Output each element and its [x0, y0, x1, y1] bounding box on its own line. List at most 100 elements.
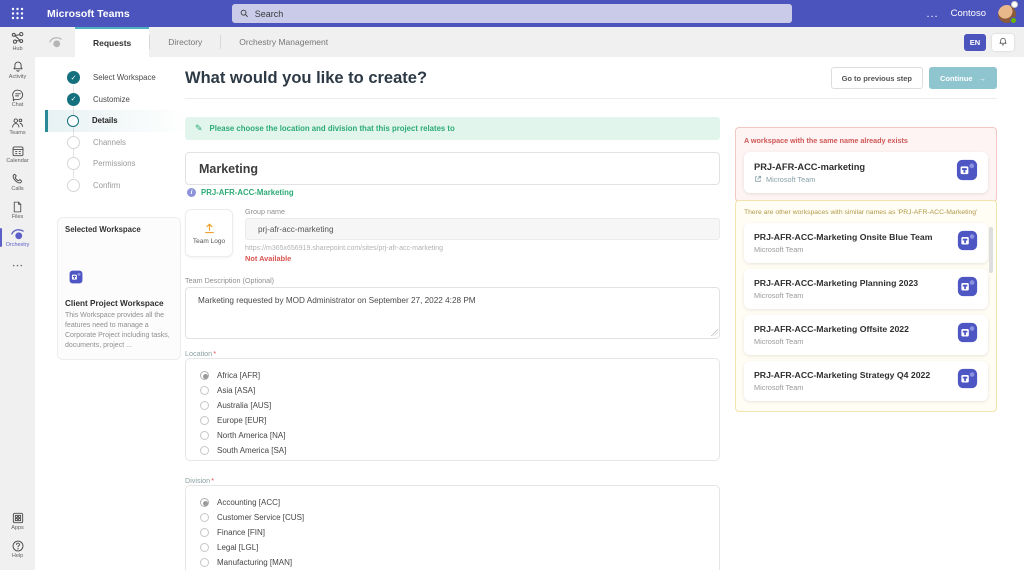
rail-spacer — [0, 279, 35, 506]
radio-option-label: South America [SA] — [217, 446, 287, 455]
location-radio-group: Africa [AFR] Asia [ASA] Australia [AUS] … — [185, 358, 720, 461]
radio-africa-afr[interactable]: Africa [AFR] — [200, 368, 705, 383]
workspace-card-subtitle: Microsoft Team — [766, 174, 816, 184]
tenant-name[interactable]: Contoso — [951, 8, 986, 19]
external-link-icon — [755, 175, 762, 182]
workspace-card-title: PRJ-AFR-ACC-marketing — [754, 161, 866, 172]
help-icon — [11, 539, 25, 553]
language-badge[interactable]: EN — [964, 33, 986, 51]
workspace-card-subtitle: Microsoft Team — [754, 291, 804, 300]
search-bar[interactable] — [232, 4, 792, 23]
app-title: Microsoft Teams — [47, 7, 130, 20]
previous-step-button[interactable]: Go to previous step — [830, 67, 923, 89]
radio-customer-service-cus[interactable]: Customer Service [CUS] — [200, 510, 705, 525]
search-input[interactable] — [254, 8, 784, 19]
similar-workspace-card[interactable]: PRJ-AFR-ACC-Marketing Onsite Blue Team M… — [744, 223, 988, 263]
radio-option-label: Europe [EUR] — [217, 416, 267, 425]
hub-icon — [10, 32, 25, 46]
division-radio-group: Accounting [ACC] Customer Service [CUS] … — [185, 485, 720, 570]
continue-button[interactable]: Continue → — [929, 67, 997, 89]
rail-item-chat[interactable]: Chat — [0, 84, 35, 111]
notifications-button[interactable] — [992, 33, 1014, 51]
rail-item-calls[interactable]: Calls — [0, 168, 35, 195]
radio-option-label: Accounting [ACC] — [217, 498, 281, 507]
rail-item-teams[interactable]: Teams — [0, 112, 35, 139]
waffle-icon[interactable] — [0, 7, 35, 20]
radio-europe-eur[interactable]: Europe [EUR] — [200, 413, 705, 428]
waffle-grid-icon — [11, 7, 24, 20]
step-confirm[interactable]: Confirm — [48, 175, 188, 197]
rail-item-files[interactable]: Files — [0, 196, 35, 223]
step-channels[interactable]: Channels — [48, 132, 188, 154]
wizard-stepper: ✓ Select Workspace ✓ Customize Details C… — [45, 67, 188, 197]
channel-tabbar: Requests Directory Orchestry Management EN — [35, 27, 1024, 57]
step-label: Customize — [93, 94, 130, 104]
radio-option-label: Asia [ASA] — [217, 386, 256, 395]
orchestry-icon — [10, 228, 25, 242]
people-icon — [10, 116, 25, 130]
rail-item-activity[interactable]: Activity — [0, 56, 35, 83]
workspace-card-title: PRJ-AFR-ACC-Marketing Planning 2023 — [754, 278, 919, 288]
rail-item-orchestry[interactable]: Orchestry — [0, 224, 35, 251]
teams-logo-icon — [957, 322, 978, 348]
bell-icon — [11, 60, 25, 74]
required-asterisk: * — [213, 349, 217, 358]
app-rail: Hub Activity Chat Teams Calendar Calls F… — [0, 27, 35, 570]
avatar[interactable] — [998, 0, 1018, 24]
app-window: Microsoft Teams ... Contoso Hub Activity… — [0, 0, 1024, 570]
form-header: What would you like to create? Go to pre… — [185, 65, 997, 99]
step-customize[interactable]: ✓ Customize — [48, 89, 188, 111]
similar-workspace-card[interactable]: PRJ-AFR-ACC-Marketing Offsite 2022 Micro… — [744, 315, 988, 355]
rail-item-more[interactable] — [0, 252, 35, 279]
workspace-name-input[interactable] — [185, 152, 720, 185]
radio-north-america-na[interactable]: North America [NA] — [200, 428, 705, 443]
textarea-resize-handle[interactable] — [711, 329, 718, 336]
rail-item-help[interactable]: Help — [0, 535, 35, 562]
radio-south-america-sa[interactable]: South America [SA] — [200, 443, 705, 458]
similar-list-scrollbar[interactable] — [989, 227, 993, 273]
main-content: ✓ Select Workspace ✓ Customize Details C… — [35, 57, 1024, 570]
tab-requests[interactable]: Requests — [75, 27, 150, 57]
step-indicator: ✓ — [67, 71, 80, 85]
team-logo-upload[interactable]: Team Logo — [185, 209, 233, 257]
step-indicator — [67, 135, 80, 149]
similar-workspace-card[interactable]: PRJ-AFR-ACC-Marketing Planning 2023 Micr… — [744, 269, 988, 309]
teams-logo-icon — [957, 230, 978, 256]
radio-accounting-acc[interactable]: Accounting [ACC] — [200, 495, 705, 510]
rail-item-apps[interactable]: Apps — [0, 507, 35, 534]
step-label: Confirm — [93, 180, 121, 190]
radio-australia-aus[interactable]: Australia [AUS] — [200, 398, 705, 413]
presence-indicator — [1010, 16, 1017, 24]
workspace-card-subtitle: Microsoft Team — [754, 337, 804, 346]
existing-workspace-card[interactable]: PRJ-AFR-ACC-marketing Microsoft Team — [744, 152, 988, 193]
more-options[interactable]: ... — [926, 8, 938, 20]
division-label: Division* — [185, 476, 215, 485]
radio-finance-fin[interactable]: Finance [FIN] — [200, 525, 705, 540]
selected-workspace-description: This Workspace provides all the features… — [65, 312, 170, 350]
radio-manufacturing-man[interactable]: Manufacturing [MAN] — [200, 555, 705, 570]
selected-workspace-card[interactable]: Selected Workspace Client Project Worksp… — [57, 217, 181, 360]
similar-workspace-card[interactable]: PRJ-AFR-ACC-Marketing Strategy Q4 2022 M… — [744, 361, 988, 401]
workspace-card-title: PRJ-AFR-ACC-Marketing Onsite Blue Team — [754, 232, 933, 242]
radio-icon — [200, 498, 209, 507]
step-permissions[interactable]: Permissions — [48, 153, 188, 175]
tab-directory[interactable]: Directory — [150, 27, 220, 57]
radio-option-label: Australia [AUS] — [217, 401, 272, 410]
rail-item-hub[interactable]: Hub — [0, 28, 35, 55]
radio-asia-asa[interactable]: Asia [ASA] — [200, 383, 705, 398]
rail-item-calendar[interactable]: Calendar — [0, 140, 35, 167]
file-icon — [11, 200, 24, 214]
team-description-textarea[interactable]: Marketing requested by MOD Administrator… — [185, 287, 720, 339]
radio-icon — [200, 431, 209, 440]
selected-workspace-title: Client Project Workspace — [65, 299, 164, 308]
radio-icon — [200, 513, 209, 522]
step-details[interactable]: Details — [45, 110, 188, 132]
name-preview: i PRJ-AFR-ACC-Marketing — [187, 188, 294, 197]
step-select-workspace[interactable]: ✓ Select Workspace — [48, 67, 188, 89]
workspace-card-title: PRJ-AFR-ACC-Marketing Strategy Q4 2022 — [754, 370, 931, 380]
location-label: Location* — [185, 349, 217, 358]
radio-legal-lgl[interactable]: Legal [LGL] — [200, 540, 705, 555]
group-name-input[interactable] — [245, 218, 720, 240]
tab-orchestry-management[interactable]: Orchestry Management — [221, 27, 346, 57]
radio-option-label: Africa [AFR] — [217, 371, 261, 380]
